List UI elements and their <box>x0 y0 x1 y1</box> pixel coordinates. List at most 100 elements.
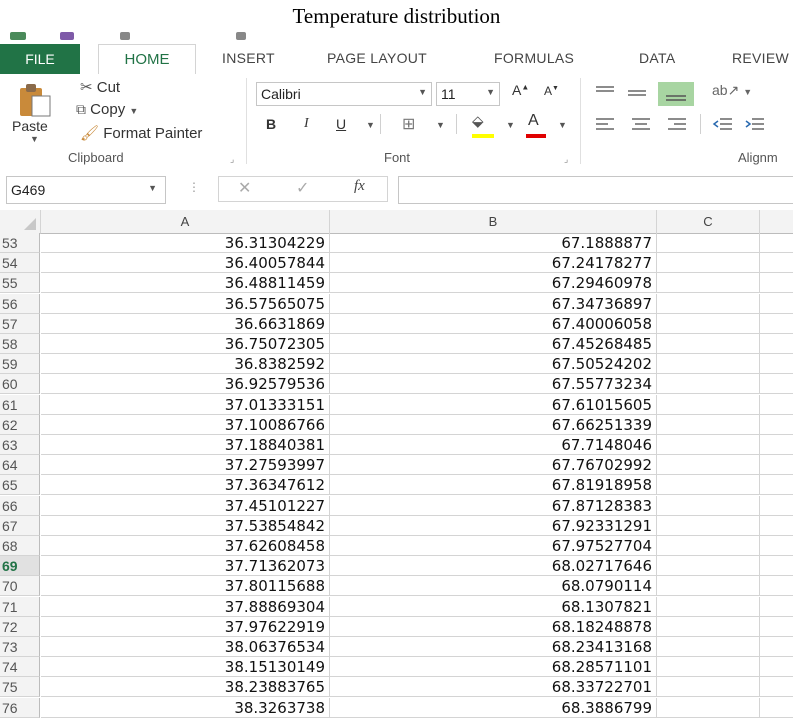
cell-c[interactable] <box>657 637 760 657</box>
increase-indent-button[interactable] <box>744 116 766 134</box>
cell-a[interactable]: 37.36347612 <box>41 475 330 496</box>
cell-d[interactable] <box>760 637 793 657</box>
cell-c[interactable] <box>657 657 760 678</box>
borders-button[interactable]: ⊞ <box>402 114 415 134</box>
tab-page-layout[interactable]: PAGE LAYOUT <box>327 50 427 66</box>
cell-b[interactable]: 68.28571101 <box>330 657 657 678</box>
tab-insert[interactable]: INSERT <box>222 50 275 66</box>
select-all-corner[interactable] <box>0 210 41 234</box>
cell-a[interactable]: 36.48811459 <box>41 273 330 294</box>
cell-a[interactable]: 37.18840381 <box>41 435 330 455</box>
cell-a[interactable]: 38.3263738 <box>41 697 330 718</box>
tab-review[interactable]: REVIEW <box>732 50 789 66</box>
cell-a[interactable]: 36.8382592 <box>41 354 330 375</box>
name-box[interactable]: G469 ▼ <box>6 176 166 204</box>
cell-a[interactable]: 37.71362073 <box>41 556 330 577</box>
cell-a[interactable]: 36.57565075 <box>41 293 330 314</box>
cell-b[interactable]: 67.55773234 <box>330 374 657 395</box>
cell-d[interactable] <box>760 294 793 314</box>
cell-c[interactable] <box>657 293 760 314</box>
row-header[interactable]: 67 <box>0 515 40 536</box>
row-header[interactable]: 75 <box>0 677 40 698</box>
cell-b[interactable]: 67.34736897 <box>330 293 657 314</box>
cell-a[interactable]: 38.23883765 <box>41 677 330 698</box>
align-bottom-button[interactable] <box>658 82 694 106</box>
cell-a[interactable]: 37.62608458 <box>41 536 330 556</box>
tab-formulas[interactable]: FORMULAS <box>494 50 574 66</box>
cell-b[interactable]: 67.1888877 <box>330 233 657 253</box>
row-header[interactable]: 73 <box>0 637 40 657</box>
cell-a[interactable]: 36.92579536 <box>41 374 330 395</box>
formula-input[interactable] <box>398 176 793 204</box>
cell-a[interactable]: 37.97622919 <box>41 616 330 637</box>
cell-c[interactable] <box>657 475 760 496</box>
cell-d[interactable] <box>760 496 793 516</box>
row-header[interactable]: 66 <box>0 495 40 516</box>
cell-b[interactable]: 67.24178277 <box>330 253 657 274</box>
cell-b[interactable]: 67.87128383 <box>330 495 657 516</box>
cell-a[interactable]: 36.40057844 <box>41 253 330 274</box>
dialog-launcher-icon[interactable]: ⌟ <box>230 154 234 165</box>
cell-c[interactable] <box>657 697 760 718</box>
cell-c[interactable] <box>657 495 760 516</box>
cell-b[interactable]: 68.1307821 <box>330 596 657 617</box>
tab-data[interactable]: DATA <box>639 50 675 66</box>
tab-file[interactable]: FILE <box>0 44 80 74</box>
row-header[interactable]: 65 <box>0 475 40 496</box>
cell-d[interactable] <box>760 597 793 617</box>
row-header[interactable]: 63 <box>0 435 40 455</box>
cell-b[interactable]: 67.50524202 <box>330 354 657 375</box>
cell-b[interactable]: 68.0790114 <box>330 576 657 597</box>
underline-button[interactable]: U <box>336 116 346 132</box>
font-color-button[interactable]: A <box>526 112 546 138</box>
cell-d[interactable] <box>760 455 793 476</box>
cell-b[interactable]: 68.33722701 <box>330 677 657 698</box>
fill-color-button[interactable]: ⬙ <box>472 112 494 138</box>
cut-button[interactable]: ✂ Cut <box>80 78 120 96</box>
cell-c[interactable] <box>657 253 760 274</box>
cell-c[interactable] <box>657 596 760 617</box>
cell-d[interactable] <box>760 253 793 274</box>
chevron-down-icon[interactable]: ▼ <box>436 120 445 130</box>
cell-d[interactable] <box>760 657 793 678</box>
align-left-button[interactable] <box>594 116 616 134</box>
cell-d[interactable] <box>760 475 793 496</box>
cell-b[interactable]: 68.18248878 <box>330 616 657 637</box>
cell-d[interactable] <box>760 576 793 597</box>
cell-b[interactable]: 67.66251339 <box>330 414 657 435</box>
cell-c[interactable] <box>657 273 760 294</box>
cell-d[interactable] <box>760 556 793 577</box>
cell-b[interactable]: 68.3886799 <box>330 697 657 718</box>
cell-c[interactable] <box>657 374 760 395</box>
cell-b[interactable]: 67.97527704 <box>330 536 657 556</box>
cell-a[interactable]: 37.27593997 <box>41 455 330 476</box>
cell-a[interactable]: 38.15130149 <box>41 657 330 678</box>
chevron-down-icon[interactable]: ▼ <box>506 120 515 130</box>
cell-d[interactable] <box>760 395 793 415</box>
align-right-button[interactable] <box>666 116 688 134</box>
cell-c[interactable] <box>657 556 760 577</box>
cell-a[interactable]: 37.88869304 <box>41 596 330 617</box>
row-header[interactable]: 72 <box>0 616 40 637</box>
cell-c[interactable] <box>657 576 760 597</box>
row-header[interactable]: 71 <box>0 596 40 617</box>
cell-a[interactable]: 37.01333151 <box>41 394 330 415</box>
cell-c[interactable] <box>657 233 760 253</box>
cell-b[interactable]: 67.40006058 <box>330 313 657 334</box>
row-header[interactable]: 64 <box>0 455 40 476</box>
row-header[interactable]: 69 <box>0 556 40 577</box>
cell-c[interactable] <box>657 394 760 415</box>
row-header[interactable]: 59 <box>0 354 40 375</box>
chevron-down-icon[interactable]: ▼ <box>558 120 567 130</box>
row-header[interactable]: 60 <box>0 374 40 395</box>
row-header[interactable]: 53 <box>0 233 40 253</box>
cell-c[interactable] <box>657 515 760 536</box>
cell-d[interactable] <box>760 617 793 637</box>
cell-c[interactable] <box>657 536 760 556</box>
cell-a[interactable]: 36.6631869 <box>41 313 330 334</box>
cell-d[interactable] <box>760 516 793 536</box>
column-header-d[interactable] <box>760 210 793 234</box>
cell-c[interactable] <box>657 677 760 698</box>
decrease-font-size-button[interactable]: A▼ <box>544 84 559 98</box>
increase-font-size-button[interactable]: A▲ <box>512 82 529 98</box>
